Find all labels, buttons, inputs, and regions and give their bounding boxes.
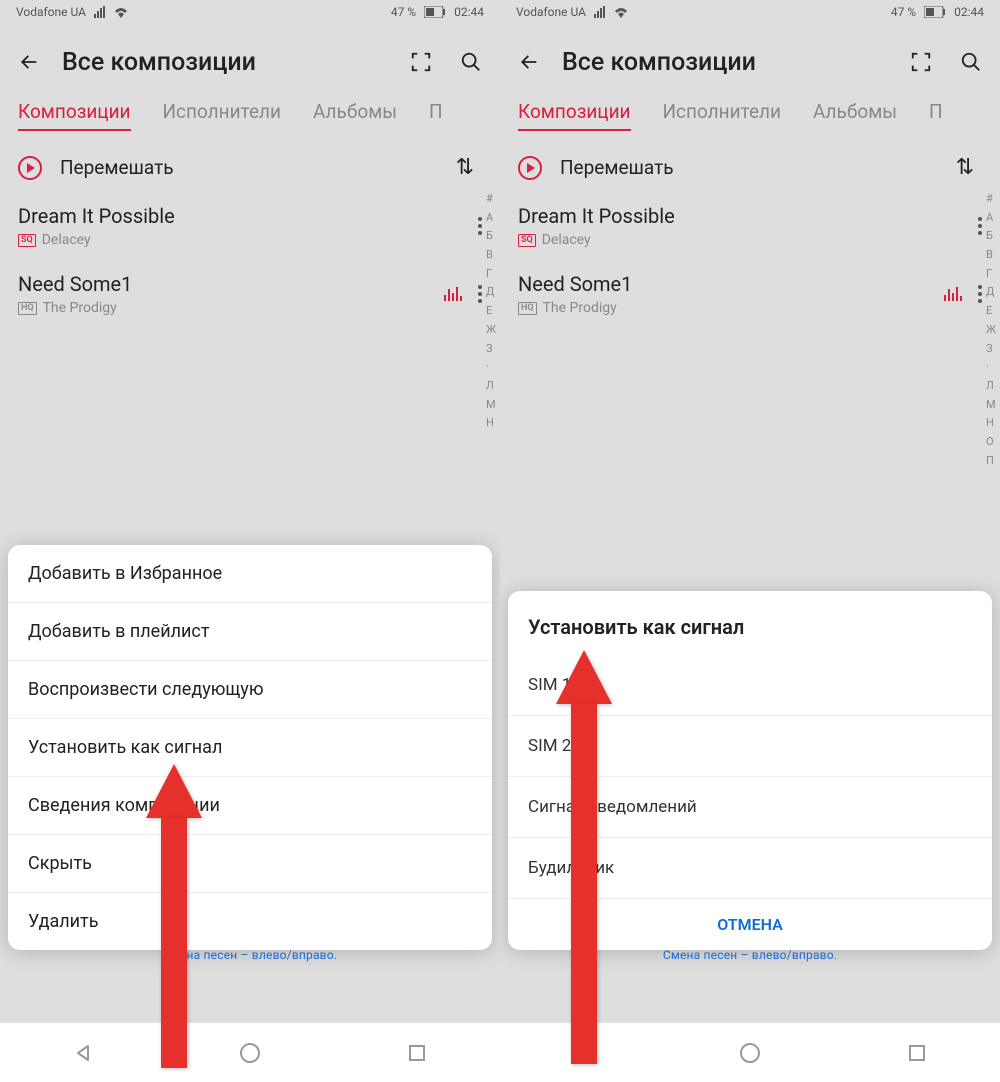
tab-albums[interactable]: Альбомы — [813, 100, 897, 131]
battery-percent: 47 % — [891, 5, 916, 19]
tab-more[interactable]: П — [429, 100, 443, 131]
sort-icon[interactable]: ⇅ — [456, 155, 474, 180]
tab-artists[interactable]: Исполнители — [663, 100, 781, 131]
tab-tracks[interactable]: Композиции — [18, 100, 131, 131]
song-artist: Delacey — [42, 232, 91, 248]
song-menu-icon[interactable] — [478, 285, 482, 303]
wifi-icon — [613, 6, 629, 18]
menu-add-playlist[interactable]: Добавить в плейлист — [8, 603, 492, 661]
nav-recent-button[interactable] — [905, 1041, 929, 1065]
signal-icon — [94, 6, 105, 18]
shuffle-row[interactable]: Перемешать ⇅ — [0, 141, 500, 194]
song-menu-icon[interactable] — [978, 217, 982, 235]
tab-tracks[interactable]: Композиции — [518, 100, 631, 131]
tab-more[interactable]: П — [929, 100, 943, 131]
menu-track-info[interactable]: Сведения композиции — [8, 777, 492, 835]
screenshot-left: Vodafone UA 47 % 02:44 Все композиции Ко… — [0, 0, 500, 1082]
playing-icon — [944, 287, 962, 301]
carrier-label: Vodafone UA — [16, 5, 86, 19]
menu-delete[interactable]: Удалить — [8, 893, 492, 950]
song-menu-icon[interactable] — [978, 285, 982, 303]
song-row[interactable]: Need Some1 HQ The Prodigy — [500, 262, 1000, 330]
song-artist: The Prodigy — [43, 300, 117, 316]
nav-back-button[interactable] — [571, 1041, 595, 1065]
nav-bar — [0, 1022, 500, 1082]
playing-icon — [444, 287, 462, 301]
menu-add-favorite[interactable]: Добавить в Избранное — [8, 545, 492, 603]
dialog-title: Установить как сигнал — [508, 591, 992, 655]
battery-icon — [424, 6, 446, 18]
alpha-index[interactable]: # А Б В Г Д Е Ж З · Л М Н О П — [986, 190, 996, 470]
context-menu-sheet: Добавить в Избранное Добавить в плейлист… — [8, 545, 492, 950]
ringtone-dialog: Установить как сигнал SIM 1 SIM 2 Сигнал… — [508, 591, 992, 950]
song-title: Dream It Possible — [518, 204, 978, 228]
tabs: Композиции Исполнители Альбомы П — [0, 100, 500, 141]
screenshot-right: Vodafone UA 47 % 02:44 Все композиции Ко… — [500, 0, 1000, 1082]
song-title: Need Some1 — [18, 272, 444, 296]
battery-percent: 47 % — [391, 5, 416, 19]
song-artist: Delacey — [542, 232, 591, 248]
shuffle-row[interactable]: Перемешать ⇅ — [500, 141, 1000, 194]
menu-set-ringtone[interactable]: Установить как сигнал — [8, 719, 492, 777]
clock-label: 02:44 — [954, 5, 984, 19]
clock-label: 02:44 — [454, 5, 484, 19]
scan-icon[interactable] — [910, 51, 932, 73]
scan-icon[interactable] — [410, 51, 432, 73]
tabs: Композиции Исполнители Альбомы П — [500, 100, 1000, 141]
search-icon[interactable] — [460, 51, 482, 73]
play-icon — [518, 156, 542, 180]
quality-badge: HQ — [18, 302, 37, 315]
swipe-hint: Смена песен – влево/вправо. — [500, 948, 1000, 962]
song-artist: The Prodigy — [543, 300, 617, 316]
quality-badge: SQ — [518, 234, 536, 247]
song-row[interactable]: Need Some1 HQ The Prodigy — [0, 262, 500, 330]
quality-badge: HQ — [518, 302, 537, 315]
dialog-alarm[interactable]: Будильник — [508, 838, 992, 899]
menu-hide[interactable]: Скрыть — [8, 835, 492, 893]
tab-albums[interactable]: Альбомы — [313, 100, 397, 131]
dialog-cancel-button[interactable]: ОТМЕНА — [508, 899, 992, 944]
nav-back-button[interactable] — [71, 1041, 95, 1065]
back-icon[interactable] — [518, 51, 540, 73]
shuffle-label: Перемешать — [60, 156, 174, 179]
page-title: Все композиции — [562, 48, 888, 77]
signal-icon — [594, 6, 605, 18]
dialog-sim2[interactable]: SIM 2 — [508, 716, 992, 777]
quality-badge: SQ — [18, 234, 36, 247]
battery-icon — [924, 6, 946, 18]
alpha-index[interactable]: # А Б В Г Д Е Ж З · Л М Н — [486, 190, 496, 433]
nav-bar — [500, 1022, 1000, 1082]
dialog-notification[interactable]: Сигнал уведомлений — [508, 777, 992, 838]
menu-play-next[interactable]: Воспроизвести следующую — [8, 661, 492, 719]
song-menu-icon[interactable] — [478, 217, 482, 235]
status-bar: Vodafone UA 47 % 02:44 — [0, 0, 500, 24]
swipe-hint: Смена песен – влево/вправо. — [0, 948, 500, 962]
shuffle-label: Перемешать — [560, 156, 674, 179]
song-title: Need Some1 — [518, 272, 944, 296]
nav-recent-button[interactable] — [405, 1041, 429, 1065]
content-area: Перемешать ⇅ Dream It Possible SQ Delace… — [500, 141, 1000, 330]
play-icon — [18, 156, 42, 180]
song-row[interactable]: Dream It Possible SQ Delacey — [500, 194, 1000, 262]
tab-artists[interactable]: Исполнители — [163, 100, 281, 131]
dialog-sim1[interactable]: SIM 1 — [508, 655, 992, 716]
nav-home-button[interactable] — [738, 1041, 762, 1065]
search-icon[interactable] — [960, 51, 982, 73]
nav-home-button[interactable] — [238, 1041, 262, 1065]
app-header: Все композиции — [500, 24, 1000, 100]
wifi-icon — [113, 6, 129, 18]
back-icon[interactable] — [18, 51, 40, 73]
song-title: Dream It Possible — [18, 204, 478, 228]
page-title: Все композиции — [62, 48, 388, 77]
sort-icon[interactable]: ⇅ — [956, 155, 974, 180]
content-area: Перемешать ⇅ Dream It Possible SQ Delace… — [0, 141, 500, 330]
carrier-label: Vodafone UA — [516, 5, 586, 19]
status-bar: Vodafone UA 47 % 02:44 — [500, 0, 1000, 24]
app-header: Все композиции — [0, 24, 500, 100]
song-row[interactable]: Dream It Possible SQ Delacey — [0, 194, 500, 262]
